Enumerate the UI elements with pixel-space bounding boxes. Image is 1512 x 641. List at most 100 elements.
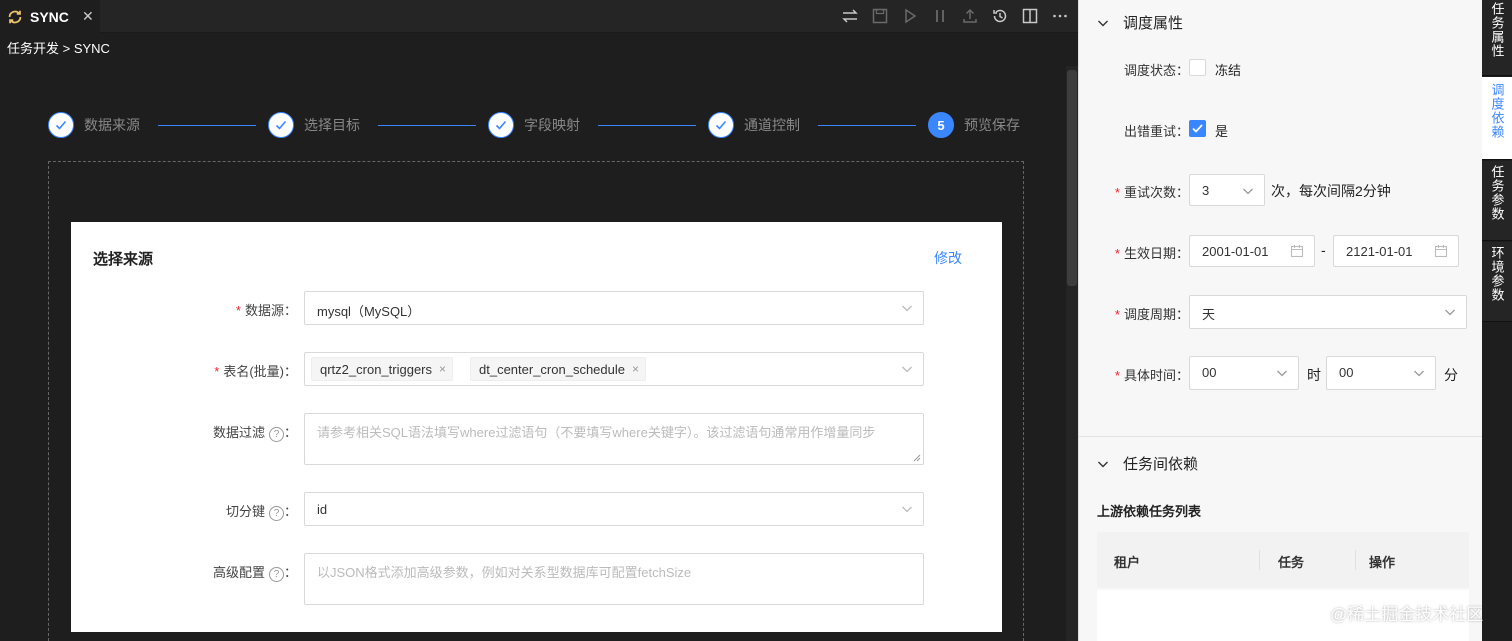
check-icon <box>48 112 74 138</box>
side-tab-bar: 任务属性 调度依赖 任务参数 环境参数 <box>1482 0 1512 641</box>
required-mark: * <box>1114 307 1120 322</box>
column-separator <box>1259 550 1260 570</box>
freeze-checkbox[interactable] <box>1189 59 1206 76</box>
field-label: 调度状态： <box>1123 63 1189 78</box>
field-label: 数据过滤?： <box>213 422 297 442</box>
split-icon[interactable] <box>1020 6 1040 26</box>
label-colon: ： <box>283 303 297 318</box>
section-title: 调度属性 <box>1123 15 1184 32</box>
side-tab-label: 任务属性 <box>1489 2 1505 58</box>
field-label: 高级配置?： <box>213 562 297 582</box>
edit-link[interactable]: 修改 <box>934 248 962 268</box>
label-text: 表名(批量) <box>223 364 284 379</box>
select-value: 天 <box>1202 307 1216 322</box>
tab-sync[interactable]: SYNC ✕ <box>0 0 100 33</box>
side-tab-schedule-dependency[interactable]: 调度依赖 <box>1482 77 1512 160</box>
chevron-down-icon <box>902 366 912 373</box>
table-tag: qrtz2_cron_triggers × <box>311 357 454 381</box>
end-date-input[interactable]: 2121-01-01 <box>1333 235 1459 267</box>
calendar-icon <box>1290 245 1304 258</box>
select-value: 00 <box>1339 365 1354 380</box>
label-text: 数据源 <box>244 303 284 318</box>
split-key-select[interactable]: id <box>304 492 924 526</box>
step-1[interactable]: 数据来源 <box>48 112 140 138</box>
step-3[interactable]: 字段映射 <box>488 112 580 138</box>
step-number: 5 <box>928 112 954 138</box>
cycle-select[interactable]: 天 <box>1189 295 1467 329</box>
field-label: * 调度周期： <box>1115 304 1189 323</box>
wizard-steps: 数据来源 选择目标 字段映射 通道控制 5 预览保存 <box>48 112 1028 140</box>
table-multiselect[interactable]: qrtz2_cron_triggers × dt_center_cron_sche… <box>304 352 924 386</box>
chevron-down-icon <box>1098 461 1108 467</box>
row-schedule-status: 调度状态： 冻结 <box>1079 58 1483 78</box>
required-mark: * <box>1114 368 1120 383</box>
help-icon[interactable]: ? <box>268 427 284 442</box>
tab-title: SYNC <box>30 8 69 25</box>
row-retry-count: * 重试次数： 3 次，每次间隔2分钟 <box>1079 173 1483 207</box>
tag-close-icon[interactable]: × <box>439 362 446 376</box>
hour-unit: 时 <box>1307 367 1321 383</box>
side-tab-label: 调度依赖 <box>1489 83 1505 139</box>
filter-textarea[interactable]: 请参考相关SQL语法填写where过滤语句（不要填写where关键字）。该过滤语… <box>304 413 924 465</box>
step-5[interactable]: 5 预览保存 <box>928 112 1020 138</box>
checkbox-label: 冻结 <box>1215 63 1242 78</box>
section-schedule-header[interactable]: 调度属性 <box>1097 12 1183 33</box>
field-label: * 重试次数： <box>1115 182 1189 201</box>
card-title: 选择来源 <box>93 251 154 268</box>
field-label: 切分键?： <box>226 501 297 521</box>
select-value: id <box>317 502 328 517</box>
section-divider <box>1079 436 1483 437</box>
scrollbar-thumb[interactable] <box>1067 70 1077 286</box>
close-icon[interactable]: ✕ <box>82 8 94 25</box>
column-header-action: 操作 <box>1369 555 1396 570</box>
side-tab-task-params[interactable]: 任务参数 <box>1482 161 1512 241</box>
breadcrumb: 任务开发 > SYNC <box>7 41 110 56</box>
help-icon[interactable]: ? <box>268 567 284 582</box>
advanced-textarea[interactable]: 以JSON格式添加高级参数，例如对关系型数据库可配置fetchSize <box>304 553 924 605</box>
label-text: 切分键 <box>225 504 265 519</box>
label-colon: ： <box>283 565 297 580</box>
minute-select[interactable]: 00 <box>1326 356 1436 390</box>
retry-count-select[interactable]: 3 <box>1189 174 1265 206</box>
save-icon[interactable] <box>870 6 890 26</box>
checkbox-label: 是 <box>1215 124 1229 139</box>
step-connector <box>158 125 256 126</box>
label-colon: ： <box>283 364 297 379</box>
required-mark: * <box>1114 246 1120 261</box>
run-icon[interactable] <box>900 6 920 26</box>
label-text: 具体时间： <box>1123 368 1189 383</box>
side-tab-env-params[interactable]: 环境参数 <box>1482 242 1512 322</box>
pause-icon[interactable] <box>930 6 950 26</box>
chevron-down-icon <box>1243 188 1253 195</box>
tag-label: qrtz2_cron_triggers <box>320 361 432 377</box>
date-value: 2121-01-01 <box>1346 244 1413 259</box>
label-text: 生效日期： <box>1123 246 1189 261</box>
editor-toolbar <box>840 6 1070 26</box>
upload-icon[interactable] <box>960 6 980 26</box>
retry-checkbox[interactable] <box>1189 120 1206 137</box>
swap-icon[interactable] <box>840 6 860 26</box>
minute-unit: 分 <box>1444 367 1458 383</box>
field-table: * 表名(批量)： qrtz2_cron_triggers × dt_center_… <box>71 352 1002 386</box>
field-label: * 表名(批量)： <box>214 361 297 380</box>
step-label: 字段映射 <box>524 117 580 133</box>
section-dependency-header[interactable]: 任务间依赖 <box>1097 453 1198 474</box>
chevron-down-icon <box>902 305 912 312</box>
start-date-input[interactable]: 2001-01-01 <box>1189 235 1315 267</box>
step-2[interactable]: 选择目标 <box>268 112 360 138</box>
label-text: 调度周期： <box>1123 307 1189 322</box>
row-retry: 出错重试： 是 <box>1079 119 1483 139</box>
step-4[interactable]: 通道控制 <box>708 112 800 138</box>
field-datasource: * 数据源： mysql（MySQL） <box>71 291 1002 325</box>
tag-close-icon[interactable]: × <box>632 362 639 376</box>
more-icon[interactable] <box>1050 6 1070 26</box>
hour-select[interactable]: 00 <box>1189 356 1299 390</box>
history-icon[interactable] <box>990 6 1010 26</box>
side-tab-task-properties[interactable]: 任务属性 <box>1482 0 1512 76</box>
resize-handle-icon[interactable] <box>913 454 921 462</box>
datasource-select[interactable]: mysql（MySQL） <box>304 291 924 325</box>
select-value: mysql（MySQL） <box>317 304 421 319</box>
help-icon[interactable]: ? <box>268 506 284 521</box>
step-label: 选择目标 <box>304 117 360 133</box>
editor-area: SYNC ✕ 任务开发 > SYNC 数据来源 选择目标 字段映射 通道控制 5… <box>0 0 1078 641</box>
